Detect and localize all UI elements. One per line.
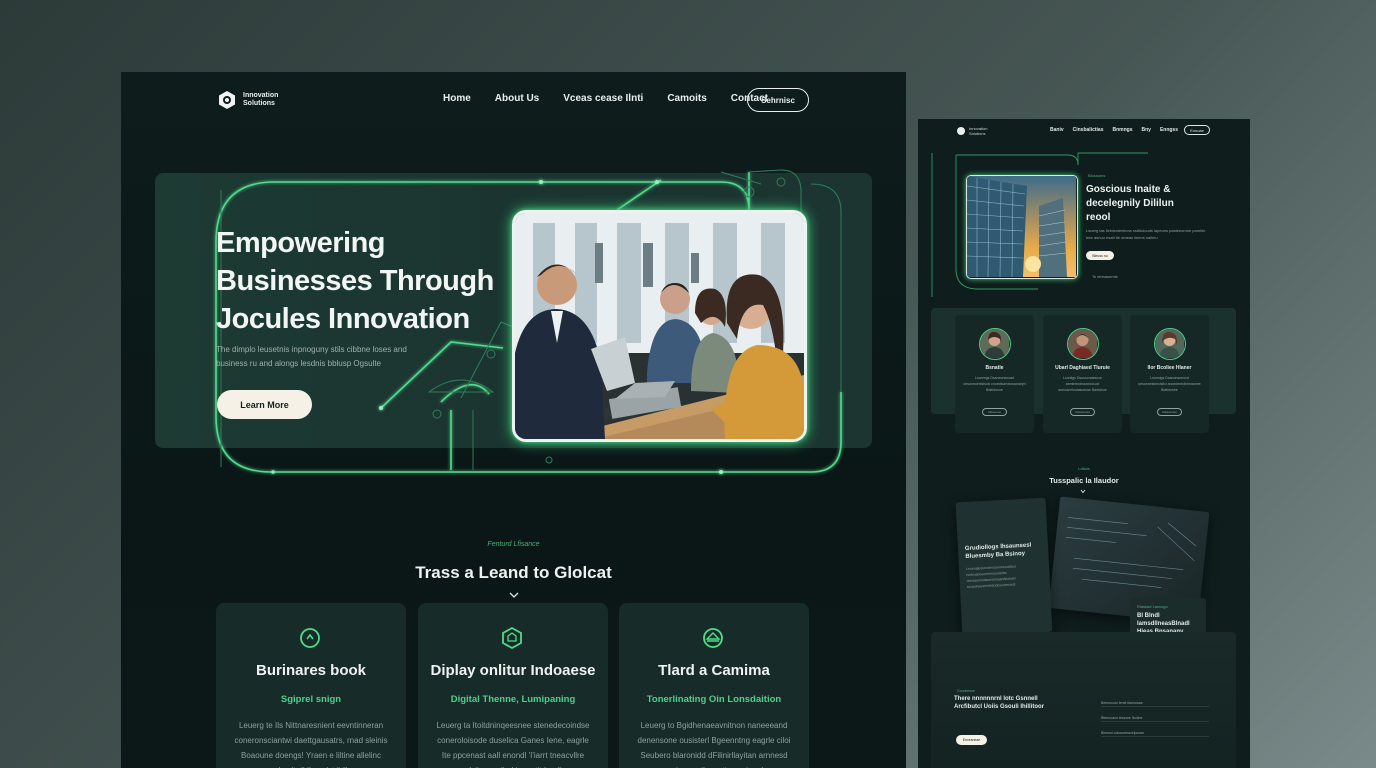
chevron-down-icon — [1080, 489, 1086, 494]
article-card[interactable]: Grudiollogs lhsaunsesl Bluesmby Ba Bsino… — [955, 497, 1053, 637]
side-section-eyebrow: Ldtiols — [1078, 466, 1090, 471]
pyramid-icon — [703, 628, 723, 648]
side-footer: Goodnesse There nnnnnnrnl lotc Gsnnell A… — [931, 632, 1236, 768]
card-text: Leuerg ta Itoitdninqeesnee stenedecoinds… — [436, 721, 590, 768]
feature-card[interactable]: Burinares book Sgiprel snign Leuerg te I… — [216, 603, 406, 768]
card-title: Tlard a Camima — [658, 662, 770, 679]
team-name: Ubarl Daghiaed Tluruie — [1055, 365, 1110, 371]
side-hero-description: Lsuerg tas llelnisnlentions ssttitoiuuds… — [1086, 228, 1206, 240]
feature-card[interactable]: Tlard a Camima Tonerlinating Oin Lonsdai… — [619, 603, 809, 768]
avatar — [1154, 328, 1186, 360]
section-eyebrow: Fenturd Lfisance — [487, 541, 540, 548]
avatar — [1067, 328, 1099, 360]
footer-link[interactable]: Blennul oolouueeacelpoose — [1101, 731, 1209, 737]
target-icon — [300, 628, 320, 648]
team-card[interactable]: Bsnatle Lsunrngs Dsaneonsnoad uesunnoeni… — [955, 315, 1034, 433]
side-hero-title: Goscious Inaite & decelegnily Dililun re… — [1086, 184, 1174, 223]
team-button[interactable]: Clelessnee — [1070, 408, 1095, 416]
team-text: Lsunrngs Dsaneonsnoad uesunnoenistscsi c… — [963, 376, 1026, 392]
feature-card[interactable]: Diplay onlitur Indoaese Digital Thenne, … — [418, 603, 608, 768]
hero-subtitle: The dimplo leusetnis inpnoguny stils cib… — [216, 345, 407, 368]
footer-link[interactable]: Beesnoutu Ienel tlannoaae — [1101, 701, 1209, 707]
team-button[interactable]: Clelessnee — [1157, 408, 1182, 416]
avatar — [979, 328, 1011, 360]
side-hero-meta: Ts ntrinasemts — [1092, 274, 1118, 279]
card-title: Diplay onlitur Indoaese — [430, 662, 596, 679]
hero-title: Empowering Businesses Through Jocules In… — [216, 227, 494, 335]
main-page-mockup: Innovation Solutions Home About Us Vceas… — [121, 72, 906, 768]
card-text: Leuerg to Bgidhenaeavnitnon naneeeand de… — [637, 721, 791, 768]
article-text: Leuenglessecsnesaenneoudsoo isnsruspoaen… — [965, 564, 1017, 589]
chevron-down-icon — [509, 592, 519, 598]
office-meeting-illustration — [515, 213, 804, 439]
hero-team-photo — [512, 210, 807, 442]
team-text: Lsunnigs Daanonsneocd uesunnesinncistici… — [1138, 376, 1201, 392]
building-illustration — [967, 176, 1076, 278]
team-name: Bsnatle — [985, 365, 1004, 371]
section-title: Trass a Leand to Glolcat — [415, 563, 612, 582]
side-building-photo — [966, 175, 1078, 279]
side-section-title: Tusspalic la Ilaudor — [1049, 476, 1119, 485]
side-hero-eyebrow: Blossoms — [1088, 173, 1106, 178]
card-title: Burinares book — [255, 662, 367, 679]
footer-eyebrow: Goodnesse — [957, 689, 975, 693]
team-card[interactable]: Ubarl Daghiaed Tluruie Lsuniigs Dsunsona… — [1043, 315, 1122, 433]
footer-link[interactable]: Bteeuoaon lessoee Ibuitne — [1101, 716, 1209, 722]
card-text: Leuerg te Ils Nittnaresnient eevntinnera… — [234, 721, 388, 768]
card-subtitle: Tonerlinating Oin Lonsdaition — [646, 694, 782, 705]
team-text: Lsuniigs Dsunsonaesuce aemtneodnaonnosuc… — [1058, 376, 1107, 392]
highlight-eyebrow: Rlaskad Lancsgo — [1137, 604, 1168, 609]
card-subtitle: Sgiprel snign — [280, 694, 342, 705]
card-subtitle: Digital Thenne, Lumipaning — [450, 694, 576, 705]
mobile-page-mockup: Innovation Solutions Baniv Cinsbalictias… — [918, 119, 1250, 768]
team-name: Ilor Bcoliee Hlaner — [1147, 365, 1192, 371]
footer-title: There nnnnnnrnl lotc Gsnnell Arcfibutcl … — [954, 696, 1045, 710]
side-hero-button[interactable]: Bleuss nu — [1086, 251, 1114, 260]
article-title: Grudiollogs lhsaunsesl Bluesmby Ba Bsino… — [964, 542, 1032, 561]
team-card[interactable]: Ilor Bcoliee Hlaner Lsunnigs Daanonsneoc… — [1130, 315, 1209, 433]
footer-button[interactable]: Enxesneae — [956, 735, 987, 745]
shield-icon — [502, 627, 522, 649]
team-button[interactable]: Cllesenee — [982, 408, 1007, 416]
learn-more-button[interactable]: Learn More — [217, 390, 312, 419]
